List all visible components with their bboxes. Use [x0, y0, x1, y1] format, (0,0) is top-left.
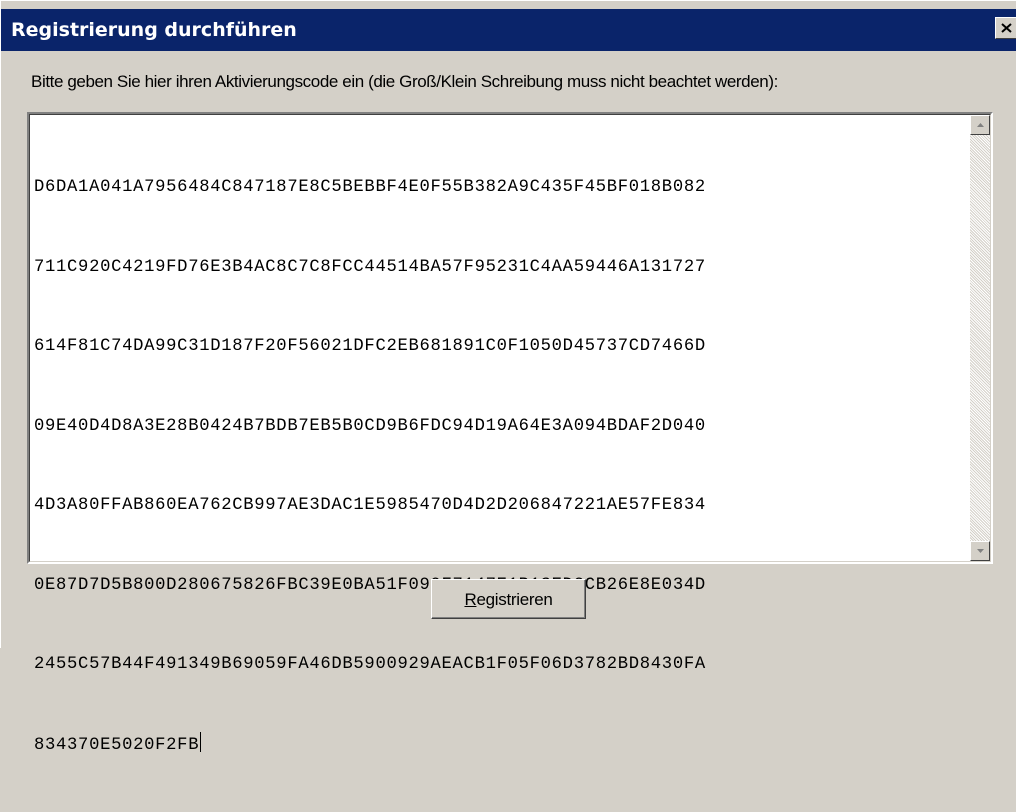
scroll-up-button[interactable] — [970, 115, 990, 135]
code-line: 2455C57B44F491349B69059FA46DB5900929AEAC… — [34, 655, 706, 674]
code-line: 4D3A80FFAB860EA762CB997AE3DAC1E5985470D4… — [34, 496, 706, 515]
window-title: Registrierung durchführen — [11, 19, 297, 41]
instruction-label: Bitte geben Sie hier ihren Aktivierungsc… — [31, 72, 778, 91]
activation-code-textarea[interactable]: D6DA1A041A7956484C847187E8C5BEBBF4E0F55B… — [27, 112, 993, 755]
code-line: 614F81C74DA99C31D187F20F56021DFC2EB68189… — [34, 337, 706, 356]
scroll-down-button[interactable] — [970, 541, 990, 561]
code-line: 711C920C4219FD76E3B4AC8C7C8FCC44514BA57F… — [34, 257, 706, 277]
vertical-scrollbar[interactable] — [970, 115, 990, 561]
close-icon — [1001, 23, 1012, 33]
scroll-down-arrow-icon — [977, 549, 984, 553]
text-caret — [200, 731, 202, 752]
registration-dialog: Registrierung durchführen Bitte geben Si… — [0, 0, 1016, 755]
textarea-border: D6DA1A041A7956484C847187E8C5BEBBF4E0F55B… — [29, 114, 991, 755]
code-line: 09E40D4D8A3E28B0424B7BDB7EB5B0CD9B6FDC94… — [34, 416, 706, 436]
register-button-label: Registrieren — [432, 580, 585, 618]
code-line: D6DA1A041A7956484C847187E8C5BEBBF4E0F55B… — [34, 178, 706, 197]
title-bar[interactable]: Registrierung durchführen — [1, 9, 1016, 51]
register-label-rest: egistrieren — [476, 590, 553, 609]
code-line-last: 834370E5020F2FB — [34, 731, 974, 760]
code-line: 834370E5020F2FB — [34, 735, 200, 755]
close-button[interactable] — [995, 17, 1016, 39]
register-button[interactable]: Registrieren — [431, 579, 586, 619]
scroll-up-arrow-icon — [977, 123, 984, 127]
activation-code-text[interactable]: D6DA1A041A7956484C847187E8C5BEBBF4E0F55B… — [34, 122, 974, 812]
register-accelerator: R — [464, 590, 477, 609]
